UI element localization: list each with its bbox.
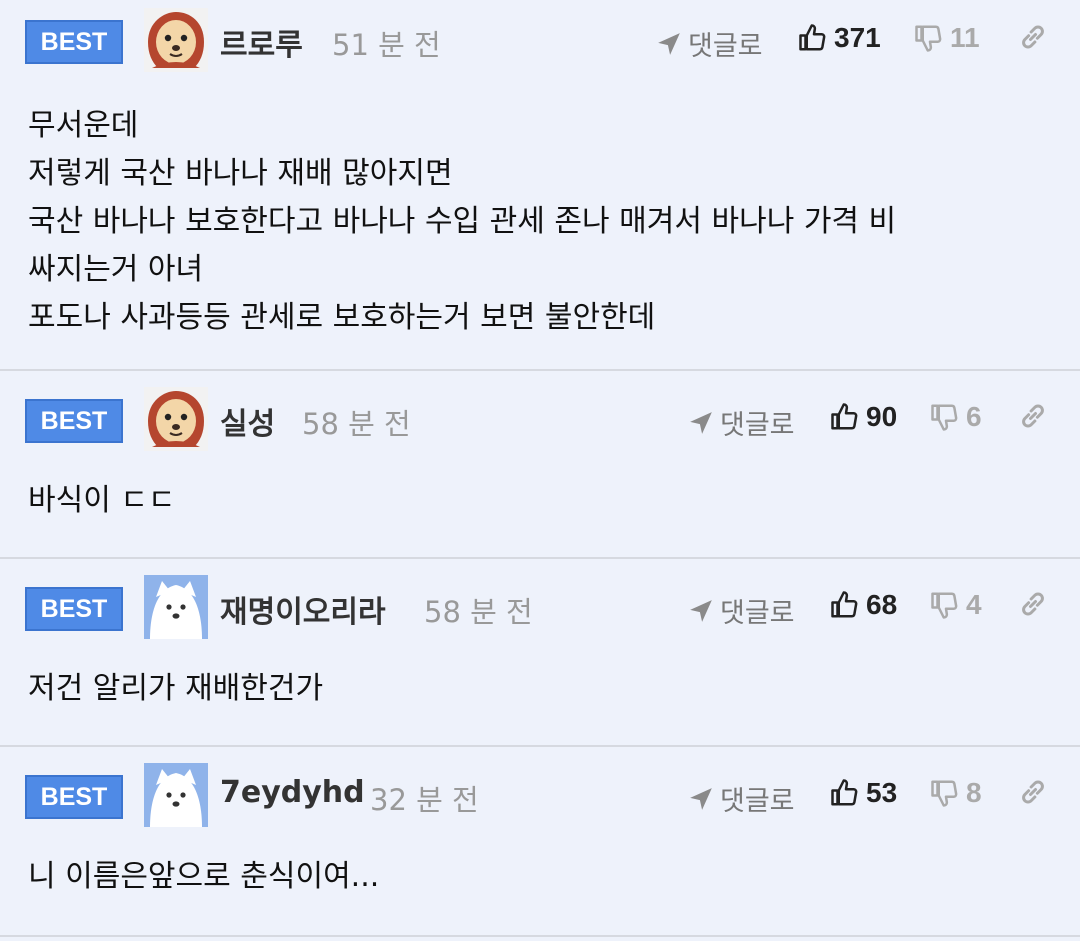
send-arrow-icon bbox=[658, 32, 680, 55]
nickname[interactable]: 7eydyhd bbox=[220, 775, 365, 810]
thumbs-up-icon bbox=[799, 24, 826, 51]
comment-body: 무서운데 저렇게 국산 바나나 재배 많아지면 국산 바나나 보호한다고 바나나… bbox=[28, 102, 1052, 342]
timestamp: 32 분 전 bbox=[370, 783, 479, 817]
comment-item: BEST 르로루 51 분 전 댓글로 371 11 무서운데 저렇게 국산 바… bbox=[0, 0, 1080, 371]
reply-label: 댓글로 bbox=[720, 786, 795, 817]
nickname[interactable]: 재명이오리라 bbox=[220, 587, 386, 631]
dislike-button[interactable]: 6 bbox=[930, 401, 982, 433]
thumbs-down-icon bbox=[915, 25, 942, 52]
thumbs-up-icon bbox=[831, 779, 858, 806]
white-dog-avatar-icon bbox=[144, 575, 208, 639]
nickname[interactable]: 르로루 bbox=[220, 20, 303, 64]
reply-button[interactable]: 댓글로 bbox=[688, 403, 795, 442]
thumbs-up-icon bbox=[831, 403, 858, 430]
reply-label: 댓글로 bbox=[720, 410, 795, 441]
comment-header: BEST 재명이오리라 58 분 전 댓글로 68 4 bbox=[0, 559, 1080, 639]
link-icon bbox=[1022, 780, 1044, 804]
comment-line: 니 이름은앞으로 춘식이여... bbox=[28, 859, 380, 894]
link-icon bbox=[1022, 404, 1044, 428]
timestamp: 58 분 전 bbox=[424, 595, 533, 629]
thumbs-up-icon bbox=[831, 591, 858, 618]
comment-header: BEST 실성 58 분 전 댓글로 90 6 bbox=[0, 371, 1080, 451]
comment-header: BEST 7eydyhd 32 분 전 댓글로 53 8 bbox=[0, 747, 1080, 827]
avatar[interactable] bbox=[144, 8, 208, 72]
share-link-button[interactable] bbox=[1018, 401, 1048, 435]
avatar[interactable] bbox=[144, 387, 208, 451]
puppy-avatar-icon bbox=[144, 8, 208, 72]
like-button[interactable]: 68 bbox=[830, 589, 897, 621]
comment-line: 국산 바나나 보호한다고 바나나 수입 관세 존나 매겨서 바나나 가격 비 bbox=[28, 204, 897, 239]
best-badge: BEST bbox=[25, 775, 123, 819]
comment-line: 저렇게 국산 바나나 재배 많아지면 bbox=[28, 156, 453, 191]
reply-button[interactable]: 댓글로 bbox=[688, 591, 795, 630]
send-arrow-icon bbox=[690, 599, 712, 622]
thumbs-down-icon bbox=[931, 780, 958, 807]
thumbs-down-icon bbox=[931, 404, 958, 431]
share-link-button[interactable] bbox=[1018, 589, 1048, 623]
dislike-button[interactable]: 11 bbox=[914, 22, 980, 54]
link-icon bbox=[1022, 592, 1044, 616]
reply-button[interactable]: 댓글로 bbox=[688, 779, 795, 818]
comment-item: BEST 7eydyhd 32 분 전 댓글로 53 8 니 이름은앞으로 춘식… bbox=[0, 747, 1080, 937]
dislike-count: 6 bbox=[966, 401, 982, 432]
reply-button[interactable]: 댓글로 bbox=[656, 24, 763, 63]
like-count: 371 bbox=[834, 22, 881, 53]
comment-body: 니 이름은앞으로 춘식이여... bbox=[28, 853, 1052, 901]
dislike-count: 8 bbox=[966, 777, 982, 808]
dislike-button[interactable]: 8 bbox=[930, 777, 982, 809]
like-button[interactable]: 53 bbox=[830, 777, 897, 809]
reply-label: 댓글로 bbox=[688, 31, 763, 62]
link-icon bbox=[1022, 25, 1044, 49]
dislike-button[interactable]: 4 bbox=[930, 589, 982, 621]
share-link-button[interactable] bbox=[1018, 777, 1048, 811]
best-badge: BEST bbox=[25, 20, 123, 64]
comment-line: 바식이 ㄷㄷ bbox=[28, 483, 176, 518]
nickname[interactable]: 실성 bbox=[220, 399, 275, 443]
comment-item: BEST 재명이오리라 58 분 전 댓글로 68 4 저건 알리가 재배한건가 bbox=[0, 559, 1080, 747]
best-badge: BEST bbox=[25, 399, 123, 443]
comment-line: 저건 알리가 재배한건가 bbox=[28, 671, 324, 706]
comment-body: 저건 알리가 재배한건가 bbox=[28, 665, 1052, 713]
like-button[interactable]: 371 bbox=[798, 22, 881, 54]
send-arrow-icon bbox=[690, 411, 712, 434]
timestamp: 51 분 전 bbox=[332, 28, 441, 62]
dislike-count: 11 bbox=[950, 22, 980, 53]
send-arrow-icon bbox=[690, 787, 712, 810]
comment-line: 싸지는거 아녀 bbox=[28, 252, 204, 287]
comment-body: 바식이 ㄷㄷ bbox=[28, 477, 1052, 525]
avatar[interactable] bbox=[144, 575, 208, 639]
timestamp: 58 분 전 bbox=[302, 407, 411, 441]
comment-list: BEST 르로루 51 분 전 댓글로 371 11 무서운데 저렇게 국산 바… bbox=[0, 0, 1080, 937]
best-badge: BEST bbox=[25, 587, 123, 631]
avatar[interactable] bbox=[144, 763, 208, 827]
reply-label: 댓글로 bbox=[720, 598, 795, 629]
thumbs-down-icon bbox=[931, 592, 958, 619]
comment-header: BEST 르로루 51 분 전 댓글로 371 11 bbox=[0, 0, 1080, 76]
comment-line: 포도나 사과등등 관세로 보호하는거 보면 불안한데 bbox=[28, 300, 656, 335]
white-dog-avatar-icon bbox=[144, 763, 208, 827]
puppy-avatar-icon bbox=[144, 387, 208, 451]
like-count: 53 bbox=[866, 777, 898, 808]
like-button[interactable]: 90 bbox=[830, 401, 897, 433]
dislike-count: 4 bbox=[966, 589, 982, 620]
like-count: 68 bbox=[866, 589, 898, 620]
comment-item: BEST 실성 58 분 전 댓글로 90 6 바식이 ㄷㄷ bbox=[0, 371, 1080, 559]
comment-line: 무서운데 bbox=[28, 108, 139, 143]
like-count: 90 bbox=[866, 401, 898, 432]
share-link-button[interactable] bbox=[1018, 22, 1048, 56]
